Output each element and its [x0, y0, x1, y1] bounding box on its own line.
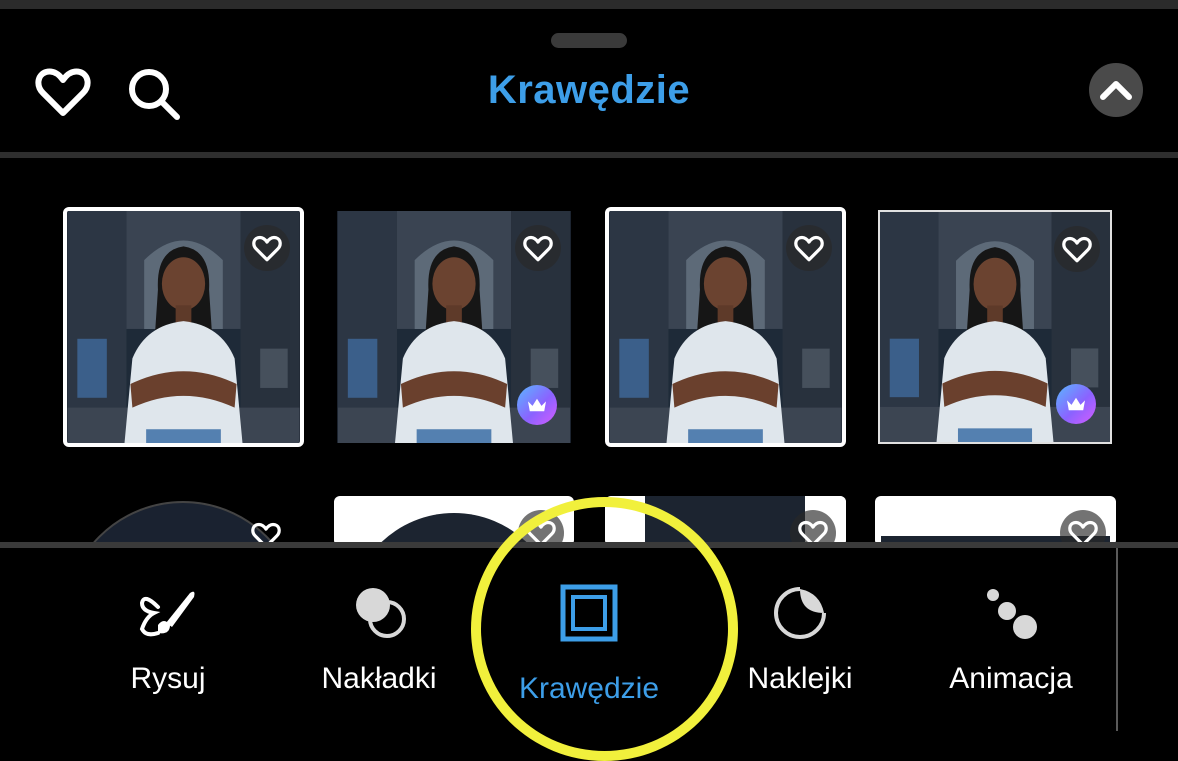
premium-badge: [1056, 384, 1096, 424]
chevron-up-icon: [1100, 81, 1132, 100]
animation-icon: [987, 589, 1037, 639]
sticker-icon: [774, 587, 826, 639]
tool-label: Rysuj: [130, 662, 206, 695]
border-thumbnail[interactable]: [337, 211, 571, 443]
brush-icon: [139, 591, 195, 637]
tool-borders[interactable]: Krawędzie: [499, 548, 679, 747]
tool-label: Naklejki: [747, 662, 853, 695]
collapse-button[interactable]: [1089, 63, 1143, 117]
border-thumbnail[interactable]: [63, 207, 304, 447]
tool-animation[interactable]: Animacja: [921, 548, 1101, 747]
tool-label: Nakładki: [321, 662, 437, 695]
tool-label: Krawędzie: [518, 672, 660, 705]
bottom-toolbar: Rysuj Nakładki Krawędzie Naklejki Animac…: [0, 548, 1178, 747]
favorite-toggle[interactable]: [786, 225, 832, 271]
heart-outline-icon: [526, 520, 556, 543]
borders-grid: [0, 158, 1178, 542]
border-thumbnail[interactable]: [605, 496, 846, 542]
border-thumbnail[interactable]: [878, 210, 1112, 444]
tool-draw[interactable]: Rysuj: [78, 548, 258, 747]
borders-icon: [560, 584, 618, 642]
panel-header: Krawędzie: [0, 50, 1178, 150]
favorite-toggle[interactable]: [244, 225, 290, 271]
overlays-icon: [356, 588, 406, 638]
border-thumbnail[interactable]: [63, 498, 303, 542]
heart-outline-icon: [798, 520, 828, 543]
heart-outline-icon: [1062, 236, 1092, 263]
border-thumbnail[interactable]: [875, 496, 1116, 542]
top-edge: [0, 0, 1178, 9]
crown-icon: [526, 396, 548, 414]
heart-outline-icon: [252, 235, 282, 262]
favorite-toggle[interactable]: [1054, 226, 1100, 272]
premium-badge: [517, 385, 557, 425]
heart-outline-icon: [794, 235, 824, 262]
crown-icon: [1065, 395, 1087, 413]
tool-label: Animacja: [949, 662, 1073, 695]
border-thumbnail[interactable]: [605, 207, 846, 447]
tool-overlays[interactable]: Nakładki: [289, 548, 469, 747]
favorite-toggle[interactable]: [515, 225, 561, 271]
toolbar-edge-line: [1116, 548, 1118, 731]
panel-title: Krawędzie: [487, 68, 691, 112]
tool-stickers[interactable]: Naklejki: [710, 548, 890, 747]
drag-handle[interactable]: [551, 33, 627, 48]
heart-outline-icon: [1068, 520, 1098, 543]
heart-outline-icon: [251, 522, 281, 543]
heart-outline-icon: [523, 235, 553, 262]
border-thumbnail[interactable]: [334, 496, 574, 542]
